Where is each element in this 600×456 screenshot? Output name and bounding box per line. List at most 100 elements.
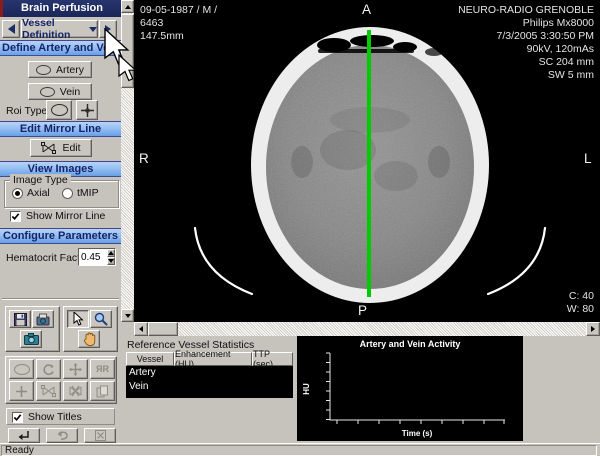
nav-next-button[interactable] xyxy=(99,20,117,38)
chart-axes xyxy=(330,353,505,420)
crosshair-roi-button[interactable] xyxy=(9,381,34,401)
activity-chart: Artery and Vein Activity HU Time (s) xyxy=(297,336,523,441)
section-header-define-artery-vein: Define Artery and Vein xyxy=(0,40,121,56)
zoom-tool-button[interactable] xyxy=(90,310,112,328)
ellipse-icon xyxy=(40,87,55,97)
save-button[interactable] xyxy=(9,310,31,328)
nav-prev-button[interactable] xyxy=(2,20,20,38)
magnifier-icon xyxy=(94,312,108,326)
move-button[interactable] xyxy=(63,359,88,379)
patient-info: 09-05-1987 / M / 6463 147.5mm xyxy=(140,4,217,43)
corner-arrow-icon xyxy=(18,430,30,441)
cursor-arrow-icon xyxy=(73,312,84,326)
flip-icon: ЯR xyxy=(96,364,109,374)
scrollbar-thumb[interactable] xyxy=(148,322,178,336)
mirror-delete-icon xyxy=(68,385,83,397)
status-text: Ready xyxy=(5,445,34,456)
chevron-down-icon xyxy=(89,27,97,32)
table-row[interactable]: Vein xyxy=(126,380,293,394)
mirror-delete-button[interactable] xyxy=(63,381,88,401)
checkbox-icon xyxy=(10,211,21,222)
scroll-up-icon[interactable] xyxy=(121,0,134,13)
arrow-left-icon xyxy=(8,24,15,34)
camera-button[interactable] xyxy=(20,330,42,348)
table-row[interactable]: Artery xyxy=(126,366,293,380)
panel-title: Brain Perfusion xyxy=(21,2,103,14)
sidebar-scrollbar[interactable] xyxy=(121,0,134,322)
radio-icon xyxy=(62,188,73,199)
scroll-left-icon[interactable] xyxy=(134,322,148,336)
status-bar: Ready xyxy=(0,443,600,456)
move-icon xyxy=(69,363,82,376)
pan-tool-button[interactable] xyxy=(78,330,100,348)
undo-button[interactable] xyxy=(46,428,78,443)
fov-arc-left xyxy=(195,228,252,294)
table-header-row: Vessel Enhancement (HU) TTP (sec) xyxy=(126,352,293,366)
fov-arc-right xyxy=(488,228,545,294)
image-scrollbar-horizontal[interactable] xyxy=(134,322,600,336)
radio-icon xyxy=(12,188,23,199)
orientation-left: L xyxy=(584,151,592,166)
x-axis-ticks xyxy=(337,420,504,424)
roi-ellipse-button[interactable] xyxy=(46,100,72,120)
flip-button[interactable]: ЯR xyxy=(90,359,115,379)
hand-icon xyxy=(83,332,96,346)
dropdown-label: Vessel Definition xyxy=(22,17,85,41)
roi-crosshair-button[interactable] xyxy=(76,100,98,120)
film-export-button[interactable] xyxy=(32,310,54,328)
scroll-down-icon[interactable] xyxy=(121,309,134,322)
study-info: NEURO-RADIO GRENOBLE Philips Mx8000 7/3/… xyxy=(458,4,594,82)
mirror-edit-icon xyxy=(41,142,56,154)
spin-up-icon[interactable] xyxy=(107,249,115,257)
edit-mirror-button[interactable]: Edit xyxy=(30,139,92,157)
panel-title-bar: Brain Perfusion xyxy=(0,0,121,17)
show-titles-checkbox[interactable]: Show Titles xyxy=(12,411,82,423)
divider xyxy=(2,298,119,300)
y-axis-label: HU xyxy=(302,383,311,395)
ellipse-icon xyxy=(51,104,68,116)
window-level-info: C: 40 W: 80 xyxy=(567,290,594,316)
y-axis-ticks xyxy=(326,353,330,420)
orientation-right: R xyxy=(139,151,149,166)
spin-down-icon[interactable] xyxy=(107,257,115,265)
ellipse-roi-button[interactable] xyxy=(9,359,34,379)
vein-button[interactable]: Vein xyxy=(28,83,92,100)
column-header-enhancement[interactable]: Enhancement (HU) xyxy=(174,352,252,366)
arrow-right-icon xyxy=(105,25,111,33)
vessel-definition-dropdown[interactable]: Vessel Definition xyxy=(21,20,98,38)
table-body: Artery Vein xyxy=(126,366,293,398)
mirror-line-button[interactable] xyxy=(36,381,61,401)
artery-button[interactable]: Artery xyxy=(28,61,92,78)
reset-view-button[interactable] xyxy=(8,428,40,443)
hematocrit-input[interactable] xyxy=(79,249,107,265)
ct-image-viewport[interactable]: 09-05-1987 / M / 6463 147.5mm NEURO-RADI… xyxy=(134,0,600,322)
delete-button[interactable] xyxy=(84,428,116,443)
hematocrit-spinner[interactable] xyxy=(78,248,116,266)
orientation-anterior: A xyxy=(362,2,371,17)
radio-tmip[interactable]: tMIP xyxy=(62,187,99,199)
select-tool-button[interactable] xyxy=(67,310,89,328)
column-header-ttp[interactable]: TTP (sec) xyxy=(252,352,293,366)
floppy-icon xyxy=(14,313,27,326)
section-header-edit-mirror-line: Edit Mirror Line xyxy=(0,121,121,137)
x-axis-label: Time (s) xyxy=(402,429,433,438)
column-header-vessel[interactable]: Vessel xyxy=(126,352,174,366)
crosshair-icon xyxy=(81,104,94,117)
mirror-midline[interactable] xyxy=(367,30,371,297)
rotate-button[interactable] xyxy=(36,359,61,379)
radio-axial[interactable]: Axial xyxy=(12,187,50,199)
ellipse-icon xyxy=(14,364,30,375)
hematocrit-factor-label: Hematocrit Factor xyxy=(6,252,89,264)
spinner-buttons[interactable] xyxy=(107,249,115,265)
copy-button[interactable] xyxy=(90,381,115,401)
scroll-right-icon[interactable] xyxy=(586,322,600,336)
vessel-statistics-table: Vessel Enhancement (HU) TTP (sec) Artery… xyxy=(126,352,293,398)
mirror-edit-icon xyxy=(41,385,56,397)
scrollbar-thumb[interactable] xyxy=(121,14,134,88)
undo-arrow-icon xyxy=(56,430,69,441)
image-type-legend: Image Type xyxy=(10,174,71,186)
chart-title: Artery and Vein Activity xyxy=(360,339,461,349)
section-header-configure-parameters: Configure Parameters xyxy=(0,228,121,244)
show-mirror-line-checkbox[interactable]: Show Mirror Line xyxy=(10,210,105,222)
ellipse-icon xyxy=(36,65,51,75)
